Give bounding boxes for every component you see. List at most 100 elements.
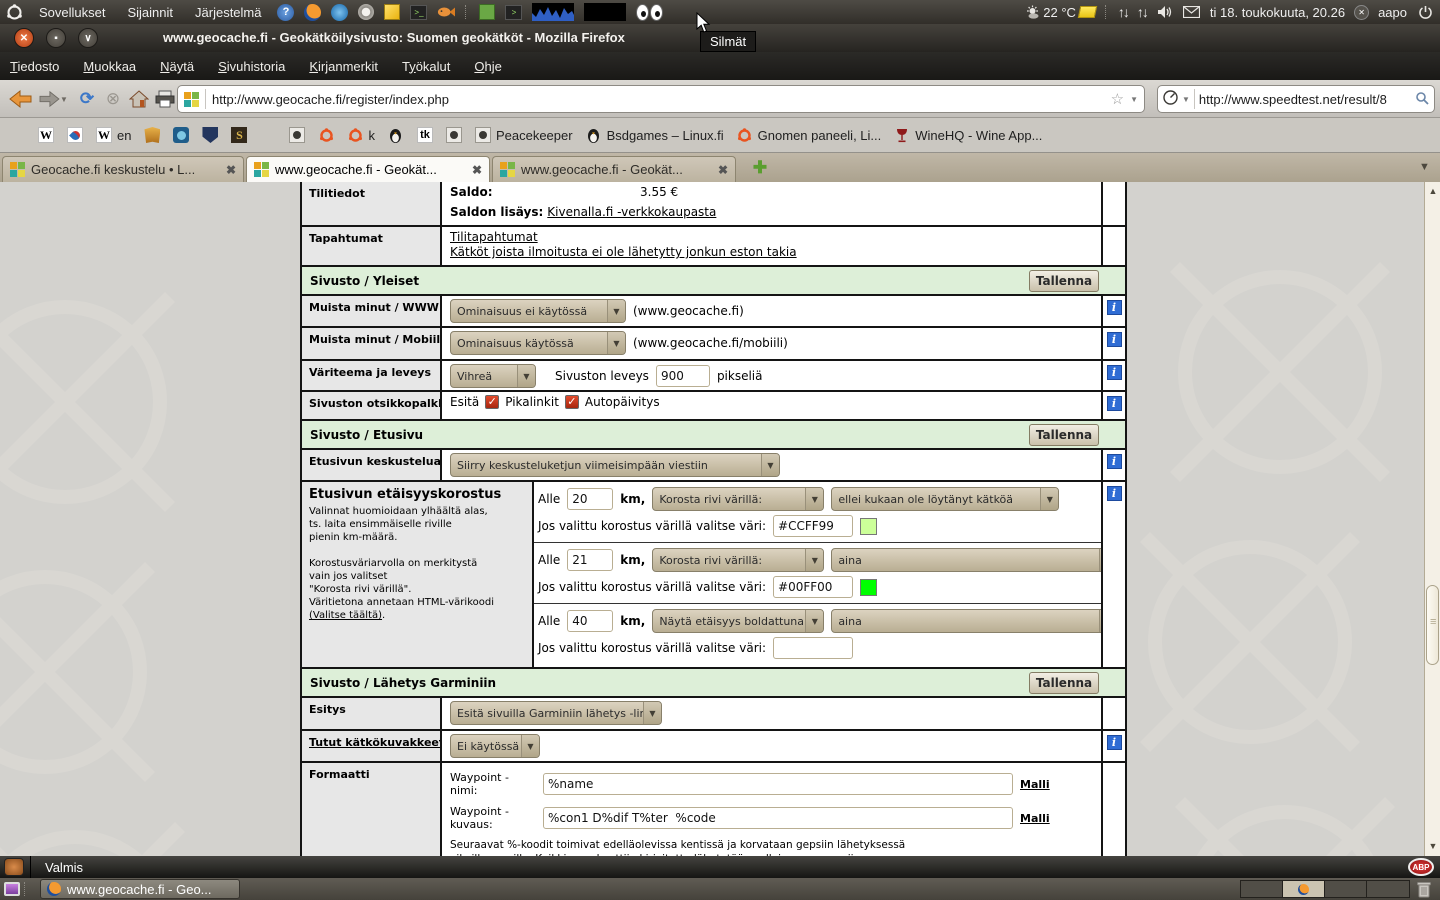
leveys-input[interactable] bbox=[656, 365, 710, 387]
search-engine-dropdown-icon[interactable]: ▼ bbox=[1182, 95, 1190, 104]
info-icon[interactable]: i bbox=[1107, 735, 1122, 750]
bookmark-item[interactable]: W bbox=[38, 127, 54, 143]
color-input[interactable] bbox=[773, 515, 853, 537]
bookmark-item[interactable]: S bbox=[231, 127, 247, 143]
waypoint-nimi-input[interactable] bbox=[543, 773, 1013, 795]
pikalinkit-checkbox[interactable] bbox=[485, 395, 499, 409]
muista-mobiili-select[interactable]: Ominaisuus käytössä▼ bbox=[450, 331, 626, 355]
green-app-icon[interactable] bbox=[479, 4, 495, 20]
bookmark-star-icon[interactable]: ☆ bbox=[1111, 90, 1124, 108]
tab-list-dropdown-icon[interactable]: ▼ bbox=[1419, 161, 1430, 173]
username[interactable]: aapo bbox=[1378, 5, 1407, 20]
back-history-dropdown-icon[interactable]: ▼ bbox=[58, 86, 70, 112]
cpu-graph-icon[interactable] bbox=[532, 3, 574, 21]
search-text[interactable]: http://www.speedtest.net/result/8 bbox=[1199, 92, 1411, 107]
tab-close-icon[interactable]: ✖ bbox=[226, 163, 236, 177]
bookmark-item[interactable]: WineHQ - Wine App... bbox=[894, 127, 1042, 143]
scrollbar-thumb[interactable] bbox=[1426, 585, 1439, 665]
variteema-select[interactable]: Vihreä▼ bbox=[450, 364, 536, 388]
bookmark-item[interactable] bbox=[446, 127, 462, 143]
menu-sovellukset[interactable]: Sovellukset bbox=[33, 5, 111, 20]
bookmark-item[interactable] bbox=[289, 127, 305, 143]
fish-icon[interactable] bbox=[437, 3, 455, 21]
search-engine-icon[interactable] bbox=[1163, 90, 1178, 108]
menu-muokkaa[interactable]: Muokkaa bbox=[83, 59, 136, 74]
tallenna-button[interactable]: Tallenna bbox=[1029, 270, 1099, 292]
network-arrows-icon[interactable]: ↑↓ bbox=[1137, 4, 1147, 20]
help-icon[interactable]: ? bbox=[277, 4, 294, 21]
action-select[interactable]: Korosta rivi värillä:▼ bbox=[652, 548, 824, 572]
print-icon[interactable] bbox=[152, 86, 178, 112]
bookmark-item[interactable]: Bsdgames – Linux.fi bbox=[586, 127, 724, 143]
workspace-switcher[interactable] bbox=[1240, 880, 1410, 898]
color-input[interactable] bbox=[773, 576, 853, 598]
firefox-icon[interactable] bbox=[304, 4, 321, 21]
window-minimize-button[interactable]: ▪ bbox=[46, 28, 66, 48]
status-addon-icon[interactable] bbox=[4, 858, 24, 876]
adblock-icon[interactable]: ABP bbox=[1408, 858, 1434, 876]
action-select[interactable]: Korosta rivi värillä:▼ bbox=[652, 487, 824, 511]
back-icon[interactable] bbox=[8, 86, 34, 112]
tab-keskustelu[interactable]: Geocache.fi keskustelu • L... ✖ bbox=[2, 156, 244, 182]
info-icon[interactable]: i bbox=[1107, 396, 1122, 411]
url-text[interactable]: http://www.geocache.fi/register/index.ph… bbox=[212, 92, 1105, 107]
ubuntu-logo-icon[interactable] bbox=[5, 3, 23, 21]
workspace-1[interactable] bbox=[1241, 881, 1283, 897]
window-maximize-button[interactable]: ∨ bbox=[78, 28, 98, 48]
window-close-button[interactable]: ✕ bbox=[14, 28, 34, 48]
menu-jarjestelma[interactable]: Järjestelmä bbox=[189, 5, 267, 20]
monitor-icon[interactable] bbox=[584, 3, 626, 21]
km-input[interactable] bbox=[567, 610, 613, 632]
bookmark-item[interactable]: tk bbox=[417, 127, 433, 143]
info-icon[interactable]: i bbox=[1107, 454, 1122, 469]
menu-tiedosto[interactable]: Tiedosto bbox=[10, 59, 59, 74]
km-input[interactable] bbox=[567, 549, 613, 571]
menu-ohje[interactable]: Ohje bbox=[474, 59, 501, 74]
stop-icon[interactable]: ⊗ bbox=[100, 86, 126, 112]
tab-geocache-active[interactable]: www.geocache.fi - Geokät... ✖ bbox=[246, 156, 490, 182]
vertical-scrollbar[interactable]: ▲ ▼ bbox=[1424, 182, 1440, 856]
tallenna-button[interactable]: Tallenna bbox=[1029, 424, 1099, 446]
show-desktop-icon[interactable] bbox=[4, 882, 20, 896]
kuvakkeet-label-link[interactable]: Tutut kätkökuvakkeet bbox=[309, 736, 442, 749]
search-bar[interactable]: ▼ http://www.speedtest.net/result/8 bbox=[1157, 85, 1435, 113]
workspace-3[interactable] bbox=[1325, 881, 1367, 897]
bookmark-item[interactable]: k bbox=[347, 127, 375, 143]
saldon-lisays-link[interactable]: Kivenalla.fi -verkkokaupasta bbox=[547, 205, 716, 219]
clock[interactable]: ti 18. toukokuuta, 20.26 bbox=[1210, 5, 1345, 20]
bookmark-item[interactable] bbox=[202, 127, 218, 143]
color-input[interactable] bbox=[773, 637, 853, 659]
keskustelualue-select[interactable]: Siirry keskusteluketjun viimeisimpään vi… bbox=[450, 453, 780, 477]
home-icon[interactable] bbox=[126, 86, 152, 112]
tab-close-icon[interactable]: ✖ bbox=[472, 163, 482, 177]
note-icon[interactable] bbox=[384, 4, 400, 20]
taskbar-window-button[interactable]: www.geocache.fi - Geo... bbox=[40, 879, 240, 899]
malli-link[interactable]: Malli bbox=[1020, 778, 1050, 791]
bookmark-item[interactable] bbox=[260, 127, 276, 143]
volume-icon[interactable] bbox=[1156, 3, 1174, 21]
condition-select[interactable]: aina▼ bbox=[831, 548, 1101, 572]
waypoint-kuvaus-input[interactable] bbox=[543, 807, 1013, 829]
terminal-icon[interactable]: >_ bbox=[410, 5, 427, 20]
new-tab-icon[interactable]: ✚ bbox=[748, 158, 772, 180]
mail-icon[interactable] bbox=[1183, 3, 1201, 21]
sticky-notes-icon[interactable] bbox=[1078, 6, 1098, 18]
bookmark-item[interactable] bbox=[388, 127, 404, 143]
magnifier-icon[interactable] bbox=[1415, 91, 1429, 108]
katkot-esto-link[interactable]: Kätköt joista ilmoitusta ei ole lähetytt… bbox=[450, 245, 797, 259]
tallenna-button[interactable]: Tallenna bbox=[1029, 672, 1099, 694]
bookmark-item[interactable] bbox=[144, 127, 160, 143]
condition-select[interactable]: ellei kukaan ole löytänyt kätköä▼ bbox=[831, 487, 1059, 511]
menu-nayta[interactable]: Näytä bbox=[160, 59, 194, 74]
kuvakkeet-select[interactable]: Ei käytössä▼ bbox=[450, 734, 540, 758]
workspace-2-active[interactable] bbox=[1283, 881, 1325, 897]
km-input[interactable] bbox=[567, 488, 613, 510]
valitse-taalta-link[interactable]: (Valitse täältä) bbox=[309, 610, 382, 621]
url-dropdown-icon[interactable]: ▼ bbox=[1130, 95, 1138, 104]
tilitapahtumat-link[interactable]: Tilitapahtumat bbox=[450, 230, 538, 244]
panel-grip[interactable] bbox=[465, 5, 469, 19]
reload-icon[interactable]: ⟳ bbox=[74, 86, 100, 112]
bookmark-item[interactable] bbox=[67, 127, 83, 143]
presence-icon[interactable]: ✕ bbox=[1354, 5, 1369, 20]
menu-sijainnit[interactable]: Sijainnit bbox=[121, 5, 179, 20]
